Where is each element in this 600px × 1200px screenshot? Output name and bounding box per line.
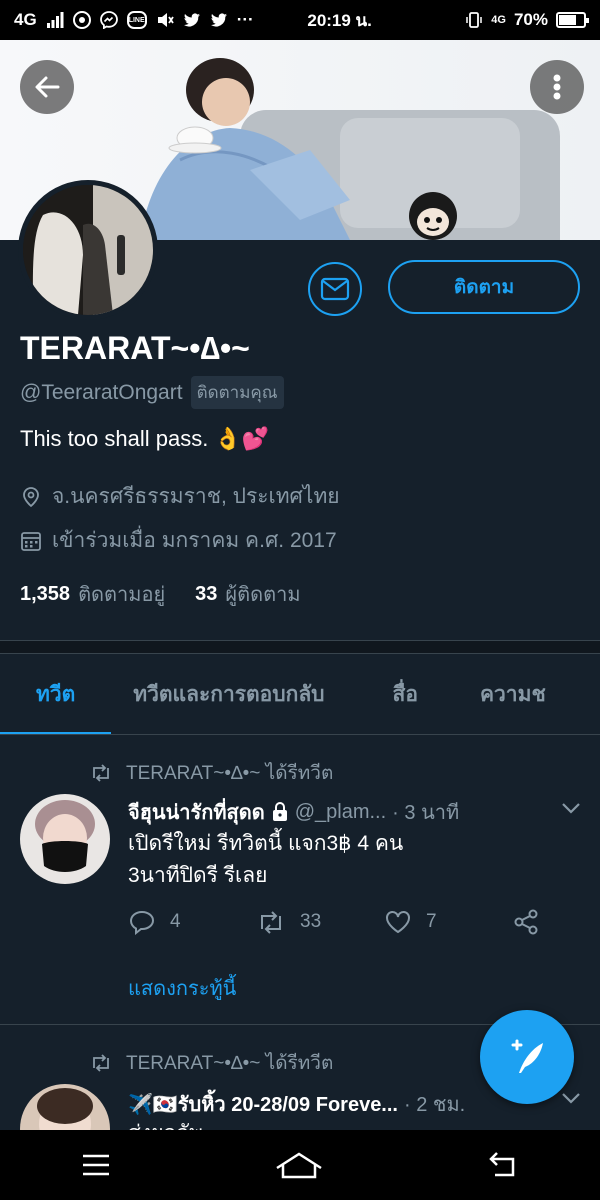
tweet-header-2: ✈️🇰🇷รับหิ้ว 20-28/09 Foreve... · 2 ชม. [128,1088,538,1120]
tweet-author-avatar[interactable] [20,794,110,884]
heart-icon [386,911,410,934]
like-count: 7 [426,911,437,932]
tab-tweets[interactable]: ทวีต [0,655,112,734]
tab-media[interactable]: สื่อ [347,655,458,734]
retweet-icon [261,911,281,934]
retweet-small-icon [93,764,109,782]
profile-joined-date: เข้าร่วมเมื่อ มกราคม ค.ศ. 2017 [52,529,337,552]
menu-icon[interactable] [81,1152,111,1178]
messenger-icon [99,11,118,29]
reply-count: 4 [170,911,181,932]
arrow-left-icon [35,76,60,98]
network-type-right: 4G [491,14,506,26]
clock: 20:19 น. [307,10,372,30]
tweet-text-line-2: 3นาทีปิดรี รีเลย [128,864,268,887]
chrome-icon [72,11,91,29]
lock-icon [272,802,287,821]
more-options-button[interactable] [530,60,584,114]
joined-row: เข้าร่วมเมื่อ มกราคม ค.ศ. 2017 [20,524,337,557]
tab-tweets-and-replies[interactable]: ทวีตและการตอบกลับ [111,655,346,734]
envelope-icon [320,277,350,301]
profile-name: TERARAT~•∆•~ [20,330,250,366]
bio-emoji: 👌💕 [214,426,270,451]
back-button[interactable] [20,60,74,114]
tweet-text-line-1: เปิดรีใหม่ รีทวิตนี้ แจก3฿ 4 คน [128,832,404,855]
compose-tweet-button[interactable] [480,1010,574,1104]
tweet-author-username[interactable]: @_plam... [295,801,386,824]
profile-tabs: ทวีต ทวีตและการตอบกลับ สื่อ ความช [0,655,600,735]
tweet-text: เปิดรีใหม่ รีทวิตนี้ แจก3฿ 4 คน 3นาทีปิด… [128,828,558,892]
retweet-indicator-2: TERARAT~•∆•~ ได้รีทวีต [90,1048,333,1078]
retweet-button[interactable]: 33 [256,910,384,934]
retweet-indicator: TERARAT~•∆•~ ได้รีทวีต [90,758,333,788]
show-thread-link[interactable]: แสดงกระทู้นี้ [128,972,236,1004]
tweet-author-name-2[interactable]: ✈️🇰🇷รับหิ้ว 20-28/09 Foreve... [128,1088,398,1120]
retweeted-by: TERARAT~•∆•~ ได้รีทวีต [126,763,334,784]
tweet-author-name[interactable]: จีฮุนน่ารักที่สุดด [128,796,265,828]
share-button[interactable] [512,908,600,936]
tweet-time-2: · 2 ชม. [403,1094,466,1116]
following-label[interactable]: ติดตามอยู่ [78,578,165,610]
chevron-down-icon[interactable] [560,800,582,816]
like-button[interactable]: 7 [384,909,512,935]
following-count[interactable]: 1,358 [20,583,70,606]
back-nav-icon[interactable] [487,1151,519,1179]
more-notifications-icon: ··· [236,10,254,29]
avatar-image [20,794,110,884]
twitter-notification-icon-2 [210,13,227,27]
followers-count[interactable]: 33 [195,583,217,606]
retweet-small-icon [93,1054,109,1072]
network-type: 4G [14,10,37,29]
bio-text: This too shall pass. [20,426,209,451]
line-icon: LINE [126,11,147,29]
handle-row: @TeeraratOngart ติดตามคุณ [20,376,284,409]
section-divider [0,640,600,654]
tweet-time: · 3 นาที [392,802,460,824]
signal-icon [46,12,64,28]
message-button[interactable] [308,262,362,316]
tweet-header: จีฮุนน่ารักที่สุดด @_plam... · 3 นาที [128,796,459,828]
compose-feather-icon [511,1039,543,1073]
share-icon [514,909,538,935]
more-vertical-icon [553,74,561,100]
location-pin-icon [23,486,39,507]
tweet-actions: 4 33 7 [128,908,600,936]
battery-icon [556,12,589,28]
vibrate-icon [466,12,483,28]
follow-button[interactable]: ติดตาม [388,260,580,314]
chevron-down-icon-2[interactable] [560,1090,582,1106]
mute-icon [157,13,174,27]
calendar-icon [21,531,41,551]
profile-location: จ.นครศรีธรรมราช, ประเทศไทย [52,485,340,508]
status-bar: 4G LINE ··· 20:19 น. 4G 70% [0,0,600,40]
twitter-notification-icon [183,13,200,27]
tweet-text-2-line-1: ส่งผลลัพ... [128,1118,558,1130]
retweet-count: 33 [300,911,322,932]
tab-likes[interactable]: ความช [458,655,568,734]
follows-you-badge: ติดตามคุณ [190,376,284,409]
profile-bio: This too shall pass. 👌💕 [20,426,269,452]
system-navigation-bar [0,1130,600,1200]
battery-percent: 70% [513,10,548,29]
profile-avatar[interactable] [18,180,158,320]
home-icon[interactable] [273,1150,325,1180]
tweet-text-2: ส่งผลลัพ... [128,1118,558,1130]
banner-doll-image [409,192,457,240]
location-row: จ.นครศรีธรรมราช, ประเทศไทย [20,480,340,513]
reply-icon [129,910,155,935]
follow-counts: 1,358 ติดตามอยู่ 33 ผู้ติดตาม [20,578,323,610]
profile-handle: @TeeraratOngart [20,380,183,404]
retweeted-by-2: TERARAT~•∆•~ ได้รีทวีต [126,1053,334,1074]
reply-button[interactable]: 4 [128,909,256,935]
followers-label[interactable]: ผู้ติดตาม [225,578,300,610]
avatar-image [23,185,153,315]
